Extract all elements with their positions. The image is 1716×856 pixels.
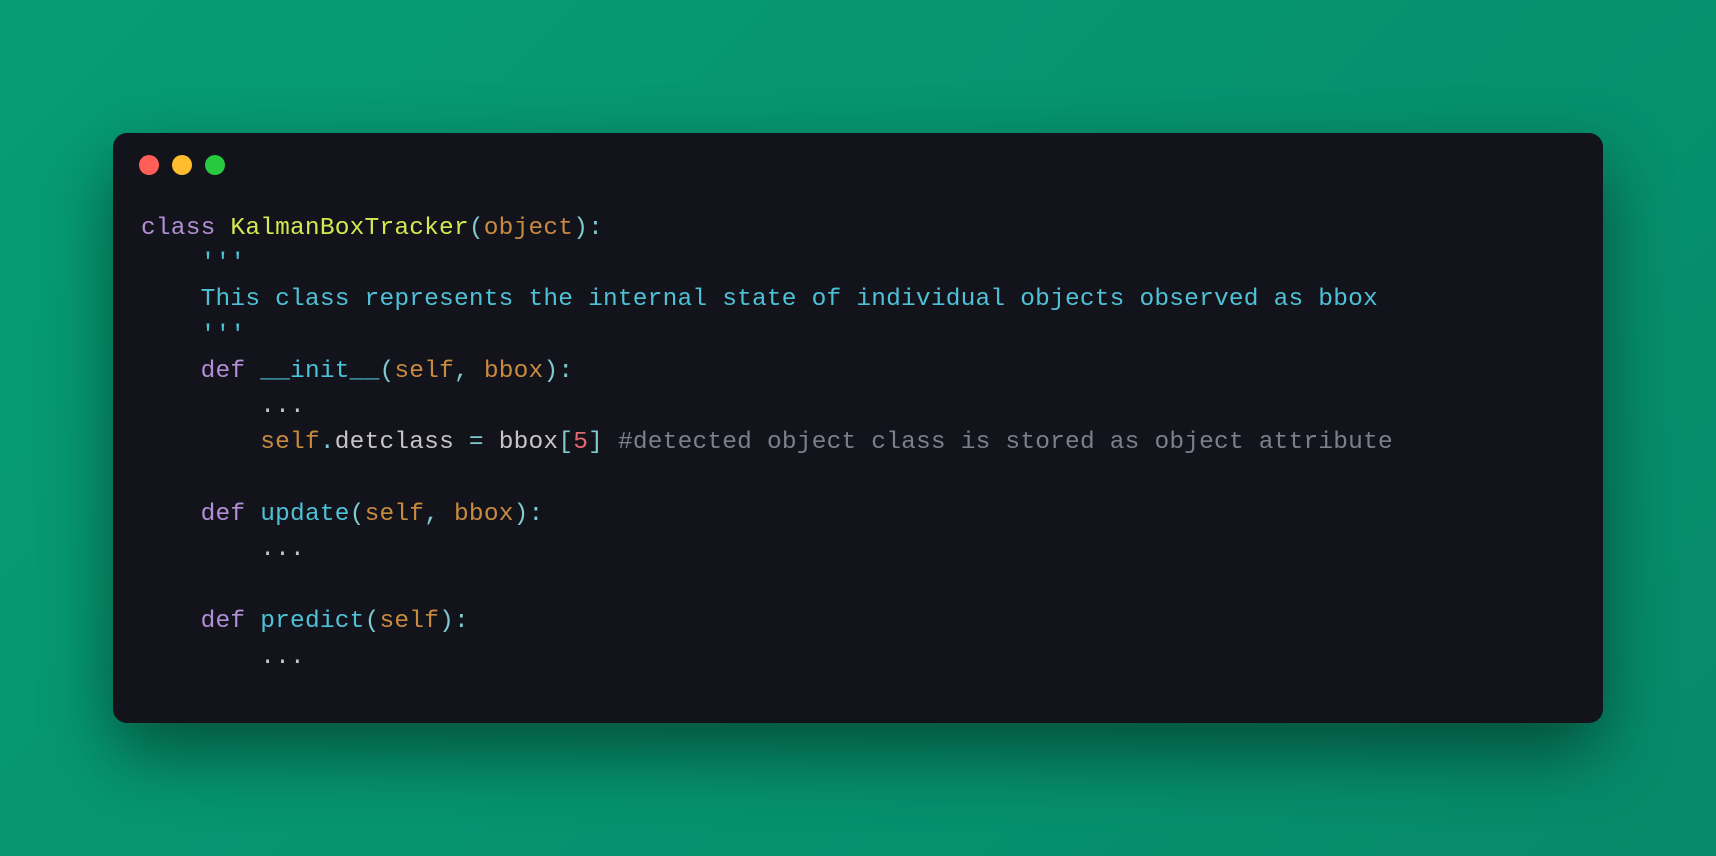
keyword-class: class [141, 215, 216, 242]
detclass-attr: detclass [335, 429, 454, 456]
close-icon[interactable] [139, 155, 159, 175]
code-body[interactable]: class KalmanBoxTracker(object): ''' This… [113, 185, 1603, 724]
code-window: class KalmanBoxTracker(object): ''' This… [113, 133, 1603, 724]
paren-open: ( [469, 215, 484, 242]
base-class: object [484, 215, 573, 242]
docstring-body: This class represents the internal state… [141, 286, 1378, 313]
self-param: self [379, 608, 439, 635]
class-name: KalmanBoxTracker [230, 215, 468, 242]
self-ref: self [260, 429, 320, 456]
keyword-def: def [201, 358, 246, 385]
keyword-def: def [201, 501, 246, 528]
maximize-icon[interactable] [205, 155, 225, 175]
ellipsis: ... [260, 536, 305, 563]
index-literal: 5 [573, 429, 588, 456]
minimize-icon[interactable] [172, 155, 192, 175]
indent [141, 358, 201, 385]
predict-method-name: predict [260, 608, 364, 635]
ellipsis: ... [260, 393, 305, 420]
assign-op: = [454, 429, 499, 456]
self-param: self [394, 358, 454, 385]
inline-comment: #detected object class is stored as obje… [603, 429, 1393, 456]
docstring-close: ''' [141, 322, 245, 349]
self-param: self [365, 501, 425, 528]
bbox-ref: bbox [499, 429, 559, 456]
update-method-name: update [260, 501, 349, 528]
bbox-param: bbox [454, 501, 514, 528]
paren-close-colon: ): [573, 215, 603, 242]
ellipsis: ... [260, 644, 305, 671]
bbox-param: bbox [484, 358, 544, 385]
keyword-def: def [201, 608, 246, 635]
init-method-name: __init__ [260, 358, 379, 385]
window-titlebar [113, 133, 1603, 185]
docstring-open: ''' [141, 250, 245, 277]
